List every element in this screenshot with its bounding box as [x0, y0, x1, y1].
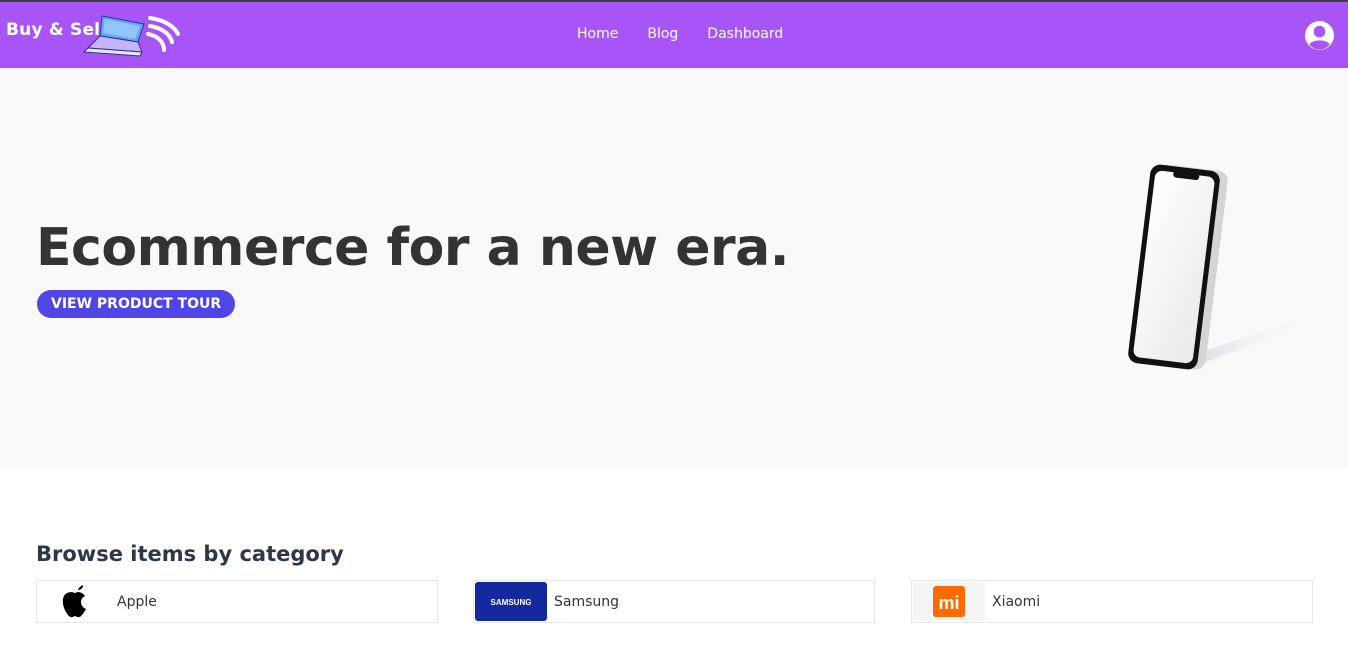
xiaomi-logo-icon: mi [913, 582, 985, 621]
samsung-logo-icon: SAMSUNG [475, 582, 547, 621]
samsung-logo-text: SAMSUNG [491, 598, 532, 607]
category-card-samsung[interactable]: SAMSUNG Samsung [473, 580, 875, 623]
laptop-logo-icon [82, 15, 180, 57]
apple-logo-icon [62, 585, 86, 618]
top-navbar: Buy & Sell Home Blog Dashboard [0, 0, 1348, 68]
user-profile-icon[interactable] [1304, 20, 1335, 51]
category-label-apple: Apple [117, 594, 157, 610]
category-card-apple[interactable]: Apple [36, 580, 438, 623]
category-label-samsung: Samsung [554, 594, 620, 610]
browse-categories-heading: Browse items by category [36, 542, 344, 566]
xiaomi-logo-text: mi [938, 593, 959, 613]
category-card-xiaomi[interactable]: mi Xiaomi [911, 580, 1313, 623]
nav-dashboard-link[interactable]: Dashboard [707, 26, 783, 42]
hero-title: Ecommerce for a new era. [36, 218, 790, 278]
view-product-tour-button[interactable]: VIEW PRODUCT TOUR [37, 290, 236, 318]
main-nav: Home Blog Dashboard [577, 26, 783, 42]
nav-blog-link[interactable]: Blog [647, 26, 678, 42]
smartphone-image [1128, 164, 1310, 370]
site-logo[interactable]: Buy & Sell [6, 12, 186, 62]
category-label-xiaomi: Xiaomi [992, 594, 1041, 610]
nav-home-link[interactable]: Home [577, 26, 618, 42]
hero-section: Ecommerce for a new era. VIEW PRODUCT TO… [0, 68, 1348, 469]
